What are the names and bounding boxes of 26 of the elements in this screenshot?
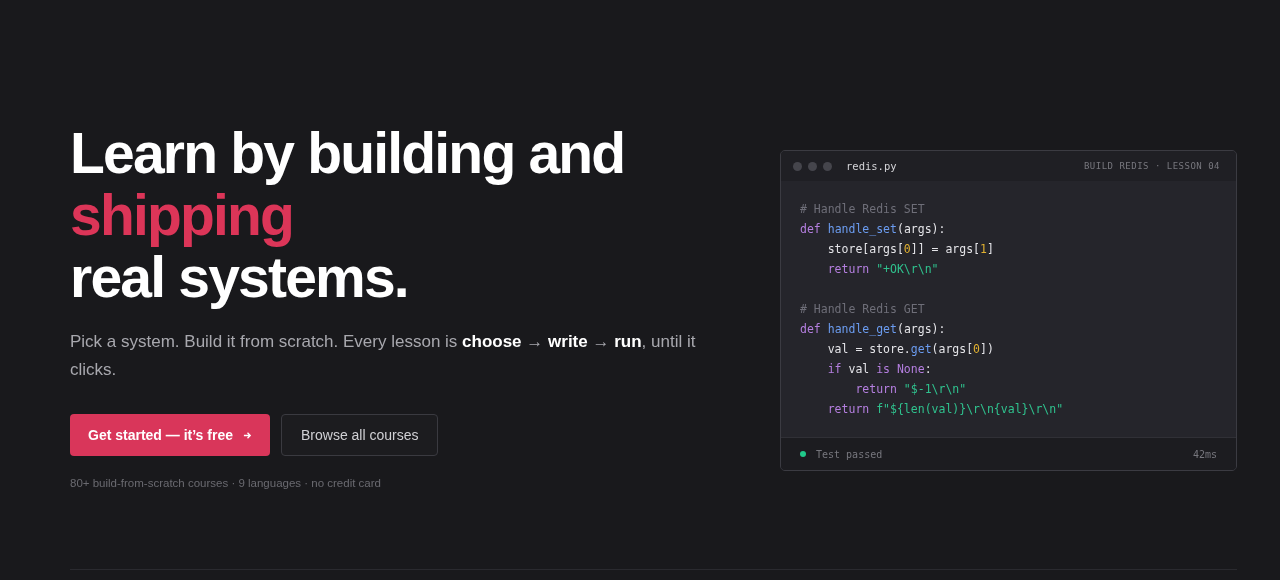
- code-line: if val is None:: [826, 361, 933, 378]
- file-name: redis.py: [846, 160, 898, 172]
- code-line: return "+OK\r\n": [826, 261, 940, 278]
- window-dot-icon: [823, 161, 832, 171]
- code-line: def handle_set(args):: [800, 221, 947, 238]
- headline-line: Learn by building and: [70, 122, 626, 184]
- code-line: # Handle Redis SET: [800, 201, 926, 218]
- browse-courses-button[interactable]: Browse all courses: [281, 414, 439, 456]
- headline-line: real systems.: [70, 246, 409, 308]
- arrow-right-icon: [243, 430, 252, 440]
- code-line: return "$-1\r\n": [854, 381, 968, 398]
- status-dot-icon: [800, 451, 806, 457]
- code-line: # Handle Redis GET: [800, 301, 926, 318]
- code-line: store[args[0]] = args[1]: [826, 241, 995, 258]
- test-status: Test passed: [816, 448, 884, 460]
- window-dot-icon: [793, 161, 802, 171]
- subtitle: Pick a system. Build it from scratch. Every lesson is choose → write → run, until it clicks.: [70, 331, 697, 381]
- code-line: def handle_get(args):: [800, 321, 947, 338]
- test-duration: 42ms: [1192, 448, 1217, 460]
- window-dot-icon: [808, 161, 817, 171]
- headline-line: shipping: [70, 184, 294, 246]
- get-started-button[interactable]: Get started — it’s free: [70, 414, 270, 456]
- footnote: 80+ build-from-scratch courses · 9 languages · no credit card: [70, 477, 382, 489]
- code-line: val = store.get(args[0]): [826, 341, 995, 358]
- code-line: return f"${len(val)}\r\n{val}\r\n": [826, 401, 1065, 418]
- lesson-breadcrumb: BUILD REDIS · LESSON 04: [1083, 161, 1220, 171]
